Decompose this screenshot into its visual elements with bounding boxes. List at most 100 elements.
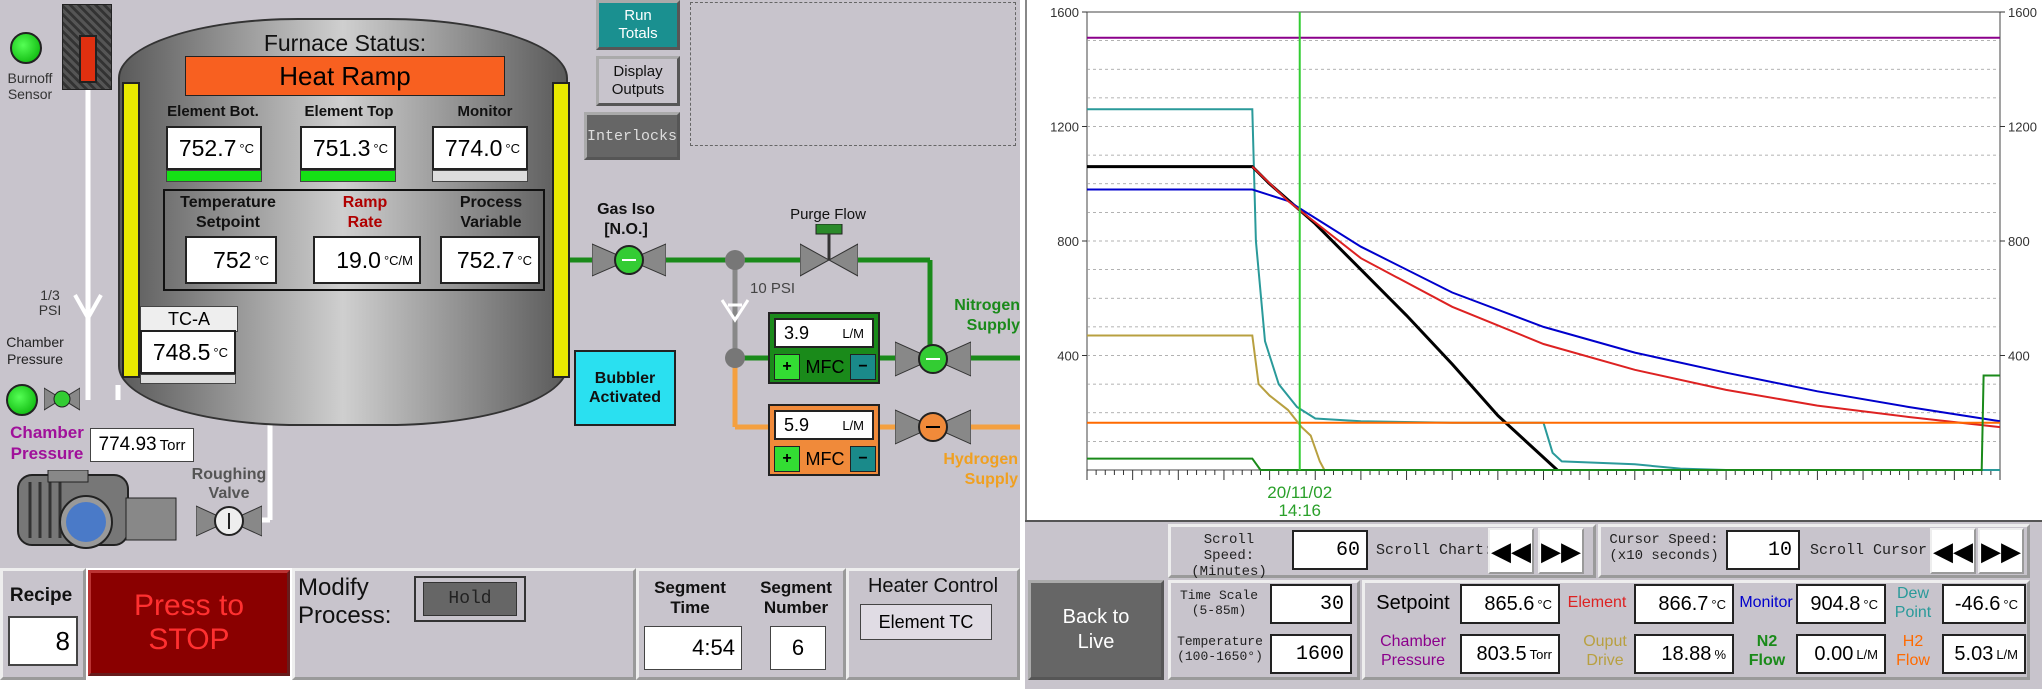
fast-forward-icon: ▶▶ [1541,536,1581,566]
gas-iso-valve[interactable] [591,240,667,280]
mfc-h2-label: MFC [805,449,845,469]
monitor-label: Monitor [457,103,513,120]
chamber-pressure-valve-icon [43,386,81,412]
modify-process-label: Modify Process: [298,574,392,629]
monitor-readout-label: Monitor [1739,594,1793,611]
cursor-speed-input[interactable]: 10 [1726,530,1800,570]
chamber-pressure-readout-label: Chamber Pressure [1380,633,1446,669]
scroll-speed-label: Scroll Speed: (Minutes) [1191,532,1267,580]
chamber-pressure-readout: 774.93 Torr [90,428,194,462]
chamber-pressure-chart-readout: 803.5 Torr [1460,634,1560,674]
mfc-h2-minus-button[interactable]: − [850,446,876,472]
display-outputs-button[interactable]: Display Outputs [596,56,680,106]
mfc-n2-plus-button[interactable]: + [774,354,800,380]
time-scale-input[interactable]: 30 [1270,584,1352,624]
segment-number-value: 6 [770,626,826,670]
rewind-icon: ◀◀ [1491,536,1531,566]
roughing-valve-label: Roughing Valve [191,466,267,502]
n2-valve[interactable] [894,340,972,378]
scroll-speed-input[interactable]: 60 [1292,530,1368,570]
y-tick-label-right: 800 [2008,234,2030,249]
hold-button[interactable]: Hold [414,576,526,622]
hydrogen-supply-label: Hydrogen Supply [943,451,1018,488]
time-scale-label: Time Scale (5-85m) [1179,588,1258,618]
n2-flow-readout: 0.00 L/M [1796,634,1886,674]
dew-point-readout: -46.6 °C [1942,584,2026,624]
burnoff-sensor-light [10,32,42,64]
nitrogen-supply-label: Nitrogen Supply [954,297,1020,334]
temperature-scale-input[interactable]: 1600 [1270,634,1352,674]
rewind-icon: ◀◀ [1933,536,1973,566]
temp-setpoint-label: Temperature Setpoint [180,194,276,231]
process-variable-label: Process Variable [459,194,523,231]
temp-setpoint-readout: 752 °C [185,236,277,284]
chamber-pressure-label: Chamber Pressure [10,423,84,463]
cursor-date-label: 20/11/02 [1267,483,1332,502]
mfc-h2-readout: 5.9 L/M [774,410,874,440]
heater-control-label: Heater Control [867,575,999,597]
temperature-scale-label: Temperature (100-1650°) [1177,634,1263,664]
ramp-rate-label: Ramp Rate [342,194,388,231]
y-tick-label-left: 400 [1057,349,1079,364]
purge-flow-valve[interactable] [799,223,859,278]
run-totals-button[interactable]: Run Totals [596,0,680,50]
element-bot-label: Element Bot. [167,103,259,120]
mfc-h2-plus-button[interactable]: + [774,446,800,472]
tc-label: TC-A [140,306,238,332]
tc-readout: 748.5 °C [140,330,236,374]
output-display-placeholder [690,2,1016,146]
y-tick-label-right: 400 [2008,349,2030,364]
h2-valve[interactable] [894,408,972,446]
tc-bar [140,374,236,384]
scroll-chart-back-button[interactable]: ◀◀ [1488,528,1534,574]
scroll-cursor-forward-button[interactable]: ▶▶ [1978,528,2024,574]
h2-flow-label: H2 Flow [1896,633,1930,669]
scroll-cursor-back-button[interactable]: ◀◀ [1930,528,1976,574]
burnoff-sensor-label: Burnoff Sensor [7,70,53,102]
hold-button-inner: Hold [423,582,517,616]
scroll-chart-forward-button[interactable]: ▶▶ [1538,528,1584,574]
scroll-cursor-label: Scroll Cursor: [1810,542,1937,559]
heater-element-left [122,82,140,378]
y-tick-label-left: 1600 [1050,5,1079,20]
scroll-chart-label: Scroll Chart: [1376,542,1494,559]
element-bot-bar [166,170,262,182]
mfc-n2-minus-button[interactable]: − [850,354,876,380]
process-variable-readout: 752.7 °C [440,236,540,284]
heater-control-select[interactable]: Element TC [860,604,992,640]
vacuum-pump-icon [8,469,178,550]
interlocks-button[interactable]: Interlocks [584,112,680,160]
mfc-n2: 3.9 L/M + MFC − [768,312,880,384]
trend-chart: 1600 1200 800 400 1600 1200 800 400 20/11/0214:1… [1050,5,2037,520]
setpoint-label: Setpoint [1376,592,1450,614]
element-label: Element [1567,594,1627,611]
element-readout: 866.7 °C [1634,584,1734,624]
monitor-readout: 774.0 °C [432,126,528,170]
y-tick-label-left: 1200 [1050,120,1079,135]
psi10-label: 10 PSI [750,280,796,297]
recipe-value[interactable]: 8 [8,616,78,666]
roughing-valve-icon[interactable] [195,502,263,540]
heater-element-right [552,82,570,378]
element-top-label: Element Top [304,103,394,120]
press-to-stop-button[interactable]: Press to STOP [88,570,290,676]
chamber-pressure-small-label: Chamber Pressure [6,334,64,367]
furnace-state-badge: Heat Ramp [185,56,505,96]
furnace-status-title: Furnace Status: [263,30,427,56]
bubbler-activated-button[interactable]: Bubbler Activated [574,350,676,426]
mfc-n2-label: MFC [805,357,845,377]
gas-iso-label: Gas Iso [N.O.] [597,201,655,238]
back-to-live-button[interactable]: Back to Live [1028,580,1164,680]
psi-label: 1/3 PSI [38,287,62,318]
output-drive-label: Ouput Drive [1583,633,1627,669]
dew-point-label: Dew Point [1894,585,1932,621]
mfc-n2-readout: 3.9 L/M [774,318,874,348]
monitor-bar [432,170,528,182]
ramp-rate-readout: 19.0 °C/M [313,236,421,284]
element-bot-readout: 752.7 °C [166,126,262,170]
element-top-bar [300,170,396,182]
n2-flow-label: N2 Flow [1748,633,1786,669]
segment-number-label: Segment Number [760,578,832,617]
y-tick-label-right: 1200 [2008,120,2037,135]
setpoint-readout: 865.6 °C [1460,584,1560,624]
